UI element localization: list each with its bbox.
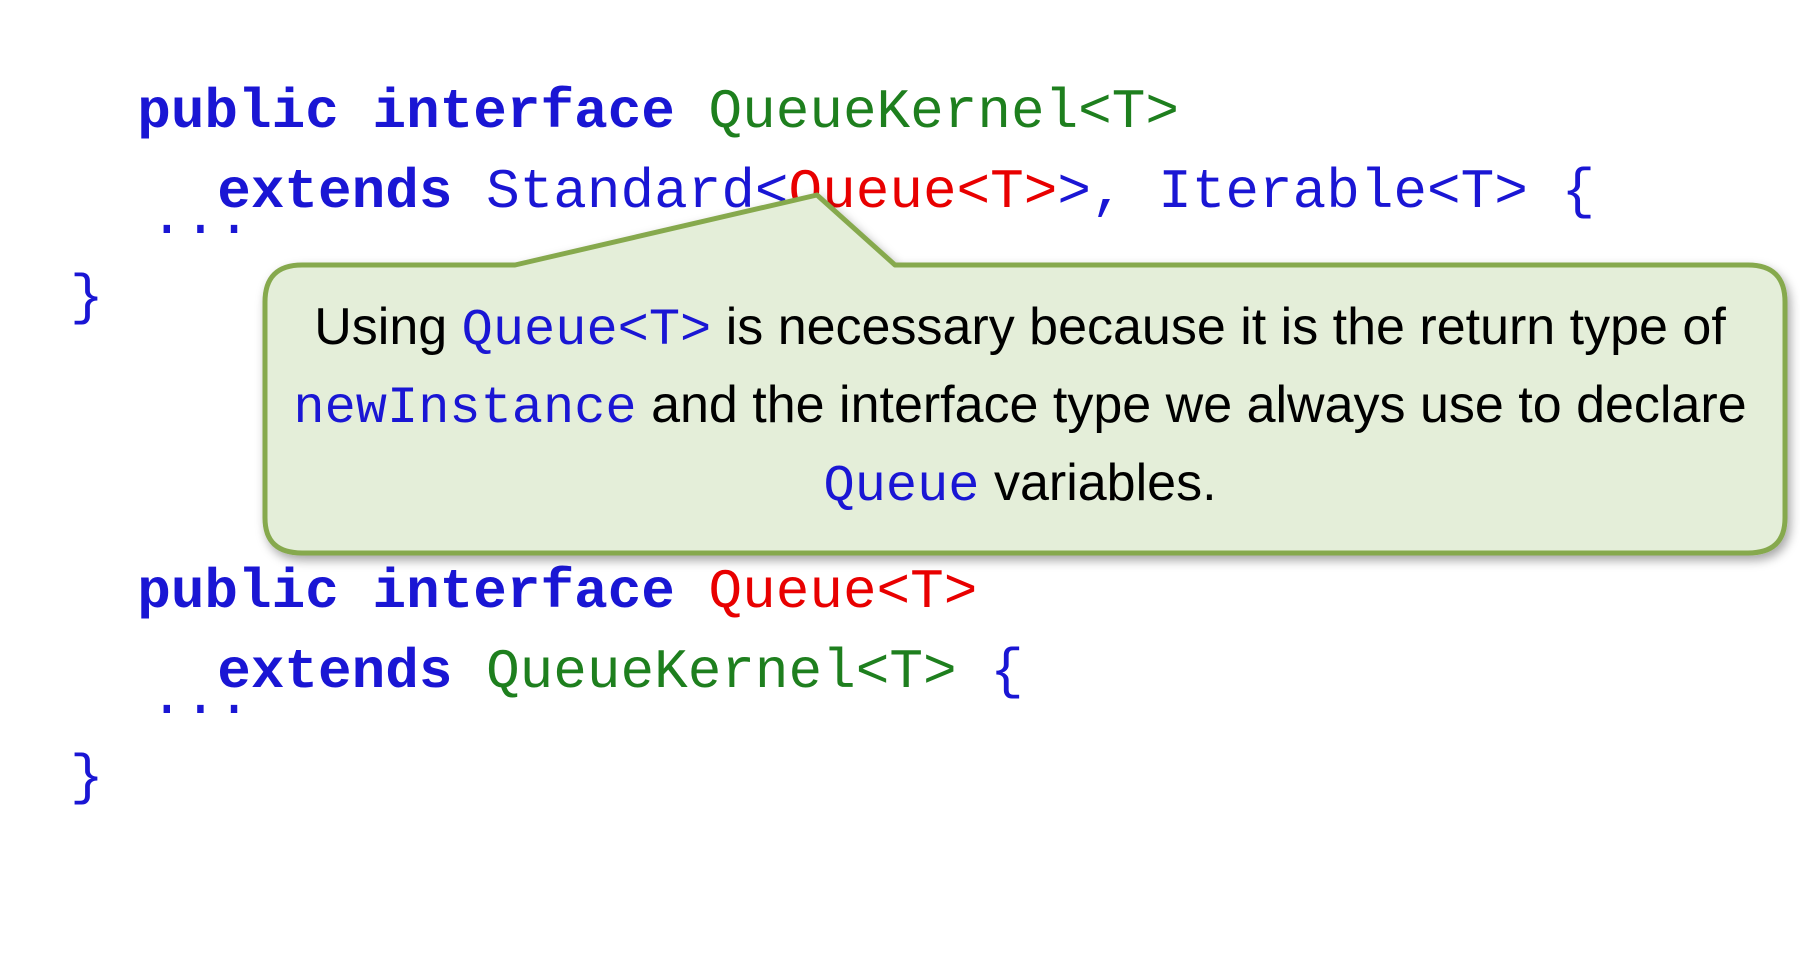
callout-code-newinstance: newInstance: [293, 379, 637, 438]
callout-part-1: Using: [314, 298, 462, 356]
callout-part-4: variables.: [979, 454, 1217, 512]
callout-part-2: is necessary because it is the return ty…: [711, 298, 1726, 356]
callout-text: Using Queue<T> is necessary because it i…: [265, 290, 1775, 524]
callout-part-3: and the interface type we always use to …: [636, 376, 1747, 434]
callout-code-queue: Queue: [823, 457, 980, 516]
callout-code-queue-t: Queue<T>: [461, 301, 712, 360]
